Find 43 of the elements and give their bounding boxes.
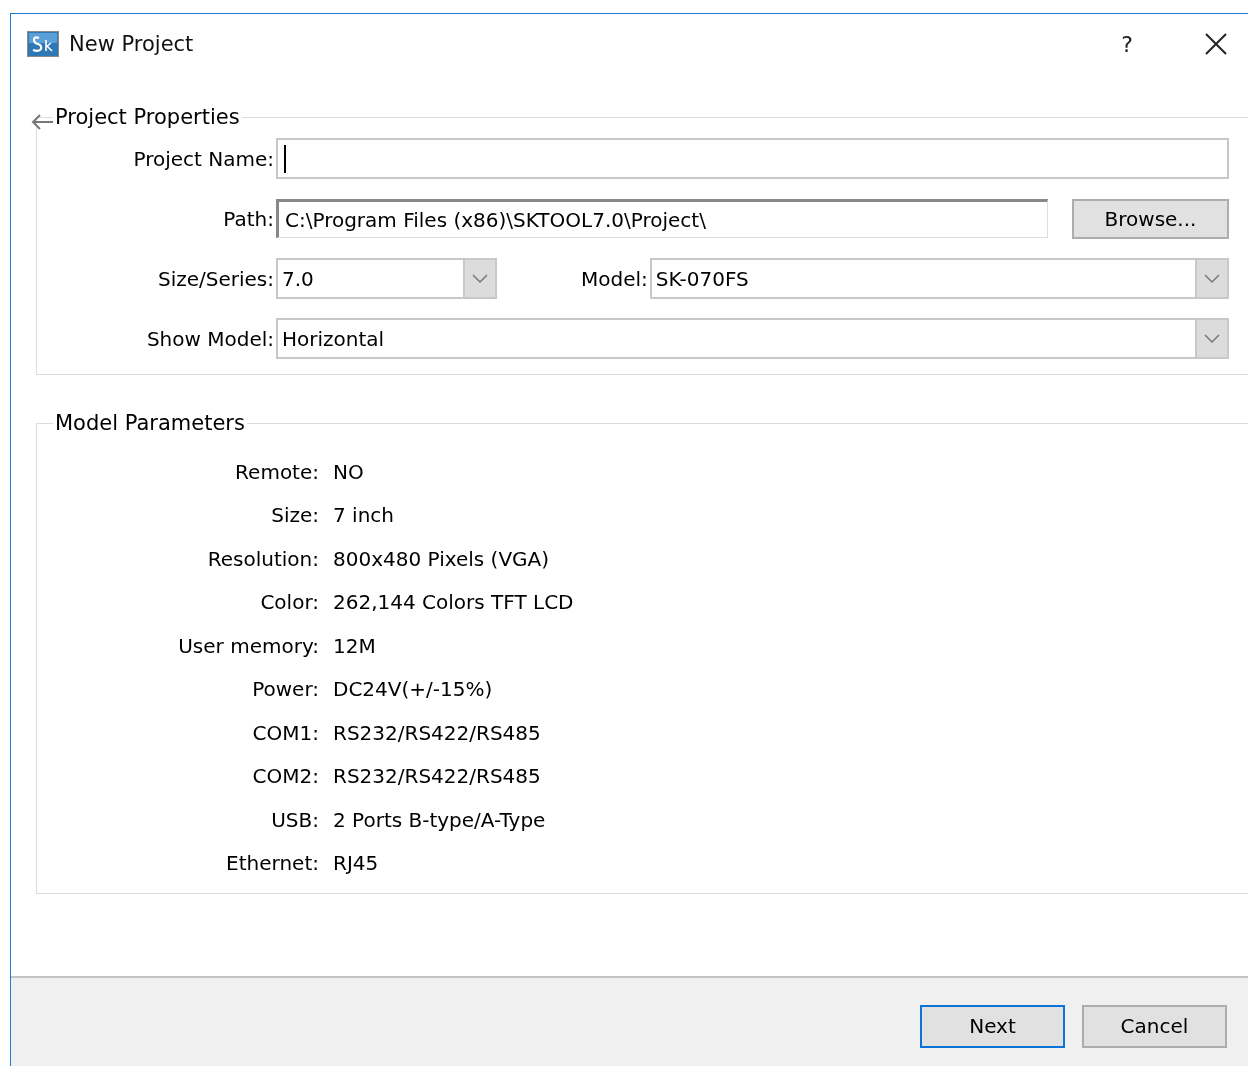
- field-label: Size/Series:: [156, 266, 274, 291]
- group-title: Project Properties: [54, 105, 241, 129]
- browse-button[interactable]: Browse...: [1072, 198, 1229, 239]
- app-logo-icon: [27, 31, 59, 57]
- chevron-down-icon: [472, 273, 488, 284]
- parameter-label: Resolution:: [206, 546, 319, 571]
- parameter-value: RS232/RS422/RS485: [333, 764, 541, 789]
- dropdown-field[interactable]: 7.0: [276, 258, 497, 299]
- field-label: Model:: [581, 266, 648, 291]
- parameter-value: DC24V(+/-15%): [333, 677, 493, 702]
- help-button[interactable]: ?: [1121, 31, 1133, 57]
- parameter-label: USB:: [270, 807, 319, 832]
- parameter-label: COM1:: [251, 720, 319, 745]
- window-title: New Project: [69, 32, 195, 56]
- parameter-value: NO: [333, 459, 364, 484]
- parameter-value: 262,144 Colors TFT LCD: [333, 590, 574, 615]
- chevron-down-icon: [1204, 273, 1220, 284]
- text-field[interactable]: C:\Program Files (x86)\SKTOOL7.0\Project\: [276, 199, 1048, 238]
- close-icon[interactable]: [1205, 33, 1227, 55]
- parameter-value: 7 inch: [333, 503, 394, 528]
- field-label: Project Name:: [132, 146, 274, 171]
- parameter-label: User memory:: [177, 633, 319, 658]
- dropdown-field[interactable]: SK-070FS: [649, 258, 1229, 299]
- dialog-button[interactable]: Next: [920, 1004, 1065, 1048]
- field-label: Path:: [222, 206, 274, 231]
- parameter-label: Remote:: [234, 459, 319, 484]
- parameter-value: 12M: [333, 633, 376, 658]
- parameter-label: Ethernet:: [225, 851, 319, 876]
- parameter-label: Size:: [270, 503, 319, 528]
- parameter-value: RJ45: [333, 851, 379, 876]
- parameter-value: RS232/RS422/RS485: [333, 720, 541, 745]
- dialog-button[interactable]: Cancel: [1082, 1004, 1227, 1048]
- group-title: Model Parameters: [54, 411, 246, 435]
- chevron-down-icon: [1204, 333, 1220, 344]
- parameter-value: 2 Ports B-type/A-Type: [333, 807, 546, 832]
- back-arrow-icon[interactable]: [30, 113, 54, 131]
- text-field[interactable]: [276, 138, 1229, 179]
- parameter-label: Power:: [251, 677, 319, 702]
- field-label: Show Model:: [145, 326, 274, 351]
- parameter-label: COM2:: [251, 764, 319, 789]
- parameter-label: Color:: [259, 590, 319, 615]
- dropdown-field[interactable]: Horizontal: [276, 318, 1229, 359]
- parameter-value: 800x480 Pixels (VGA): [333, 546, 550, 571]
